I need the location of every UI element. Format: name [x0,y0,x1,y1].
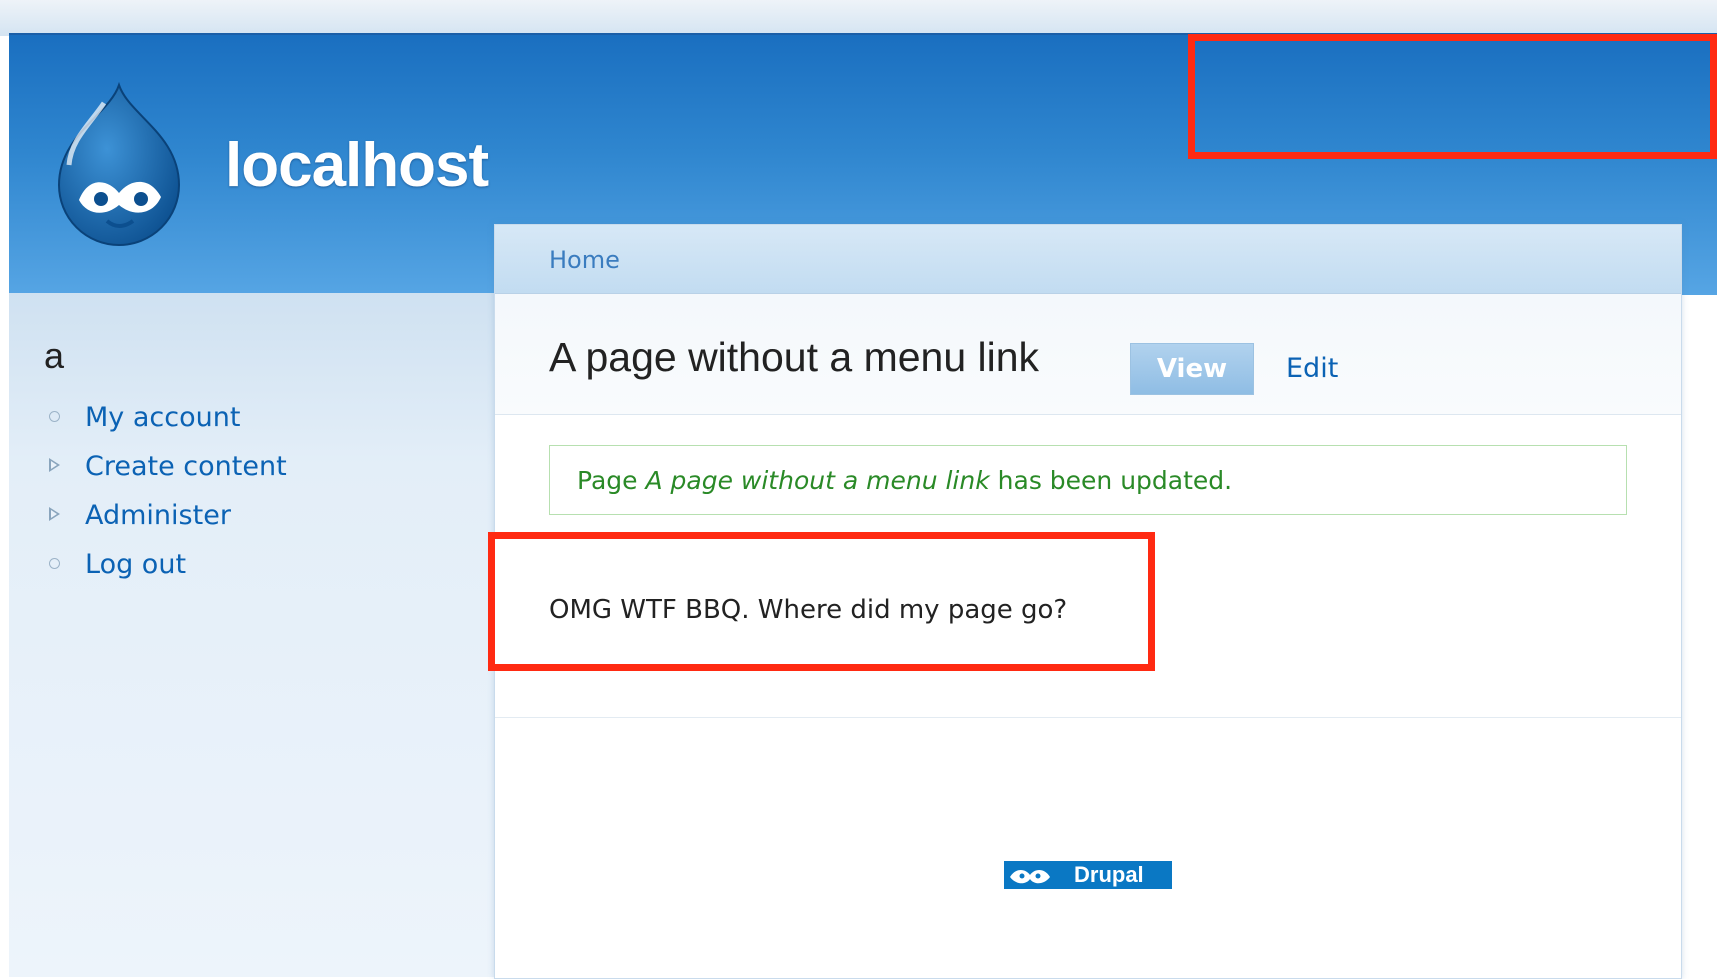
site-name[interactable]: localhost [225,130,489,201]
circle-bullet-icon [49,558,60,569]
drupal-mini-logo-icon [1004,861,1056,889]
powered-by-drupal-badge[interactable]: Drupal [1004,861,1172,889]
drupal-logo-icon[interactable] [49,75,189,255]
badge-label: Drupal [1074,862,1144,887]
tab-view[interactable]: View [1130,343,1254,395]
sidebar-item-label[interactable]: Administer [85,500,231,531]
browser-top-strip [0,0,1717,36]
divider [495,717,1681,718]
status-message: Page A page without a menu link has been… [549,445,1627,515]
sidebar-user-heading: a [44,335,65,376]
page-title-area: A page without a menu link View Edit [495,294,1681,415]
status-node-title: A page without a menu link [645,466,990,495]
sidebar-item-label[interactable]: Log out [85,549,186,580]
highlight-annotation-box [1188,34,1717,159]
sidebar-item-log-out[interactable]: Log out [46,545,287,594]
sidebar-item-label[interactable]: My account [85,402,240,433]
tab-edit[interactable]: Edit [1286,353,1338,384]
sidebar-item-create-content[interactable]: Create content [46,447,287,496]
triangle-bullet-icon [49,458,60,472]
breadcrumb: Home [495,225,1681,294]
status-prefix: Page [577,466,638,495]
highlight-annotation-box [488,532,1155,671]
triangle-bullet-icon [49,507,60,521]
sidebar-item-administer[interactable]: Administer [46,496,287,545]
sidebar-item-label[interactable]: Create content [85,451,287,482]
page-title: A page without a menu link [549,334,1040,380]
sidebar-navigation: My account Create content Administer Log… [46,398,287,594]
breadcrumb-home-link[interactable]: Home [549,246,620,274]
circle-bullet-icon [49,411,60,422]
sidebar [9,293,494,977]
sidebar-item-my-account[interactable]: My account [46,398,287,447]
status-suffix: has been updated. [997,466,1233,495]
